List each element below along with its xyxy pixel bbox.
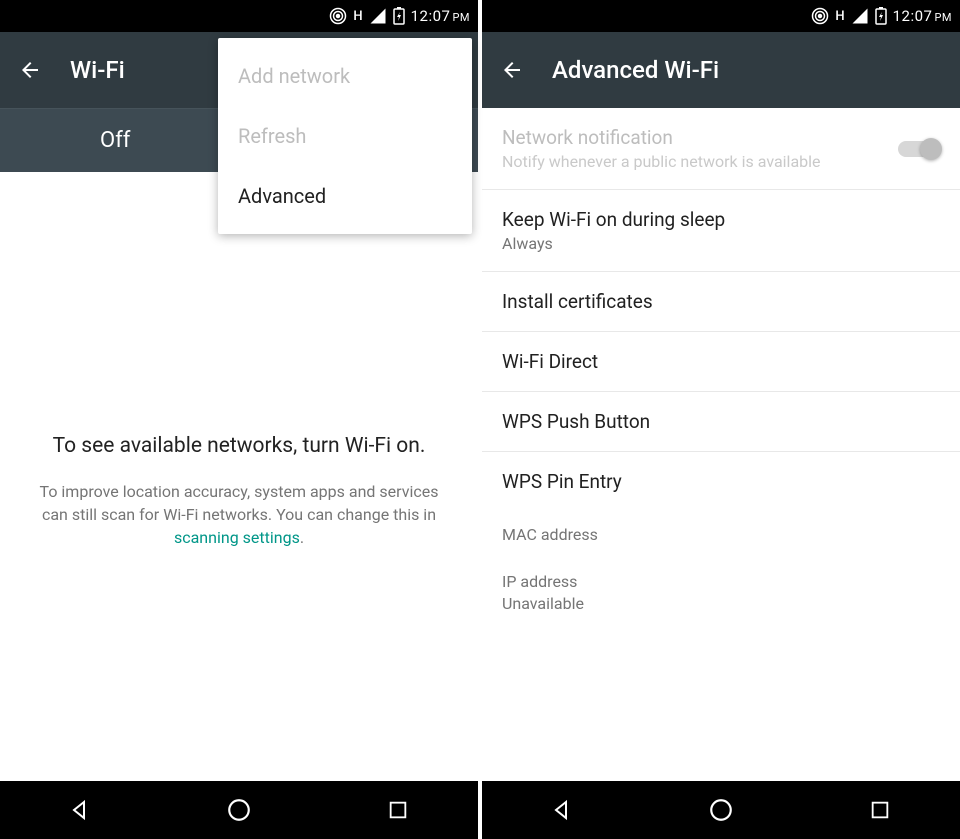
signal-icon (369, 7, 387, 25)
hotspot-icon (811, 7, 829, 25)
phone-left: H 12:07PM Wi-Fi Off To see available net… (0, 0, 478, 839)
menu-item-advanced[interactable]: Advanced (218, 166, 472, 226)
menu-item-refresh[interactable]: Refresh (218, 106, 472, 166)
item-install-certificates[interactable]: Install certificates (482, 272, 960, 332)
status-bar: H 12:07PM (0, 0, 478, 32)
battery-charging-icon (393, 7, 405, 25)
item-ip-address: IP address Unavailable (482, 558, 960, 627)
nav-recents-button[interactable] (384, 796, 412, 824)
battery-charging-icon (875, 7, 887, 25)
scanning-settings-link[interactable]: scanning settings (174, 528, 300, 547)
network-type-label: H (353, 9, 362, 24)
item-wps-push-button[interactable]: WPS Push Button (482, 392, 960, 452)
page-title: Advanced Wi-Fi (552, 56, 719, 84)
signal-icon (851, 7, 869, 25)
status-bar: H 12:07PM (482, 0, 960, 32)
navigation-bar (482, 781, 960, 839)
switch-network-notification[interactable] (898, 141, 940, 157)
nav-recents-button[interactable] (866, 796, 894, 824)
nav-back-button[interactable] (548, 796, 576, 824)
menu-item-add-network[interactable]: Add network (218, 46, 472, 106)
hotspot-icon (329, 7, 347, 25)
item-network-notification[interactable]: Network notification Notify whenever a p… (482, 108, 960, 190)
nav-home-button[interactable] (707, 796, 735, 824)
wifi-toggle-label: Off (100, 128, 130, 153)
app-bar: Advanced Wi-Fi (482, 32, 960, 108)
item-mac-address: MAC address (482, 511, 960, 558)
nav-back-button[interactable] (66, 796, 94, 824)
empty-state: To see available networks, turn Wi-Fi on… (0, 434, 478, 550)
phone-right: H 12:07PM Advanced Wi-Fi Network notific… (482, 0, 960, 839)
page-title: Wi-Fi (70, 56, 125, 84)
nav-home-button[interactable] (225, 796, 253, 824)
item-wifi-direct[interactable]: Wi-Fi Direct (482, 332, 960, 392)
status-time: 12:07PM (893, 7, 952, 25)
settings-list: Network notification Notify whenever a p… (482, 108, 960, 781)
empty-title: To see available networks, turn Wi-Fi on… (26, 434, 452, 458)
back-button[interactable] (500, 58, 524, 82)
network-type-label: H (835, 9, 844, 24)
navigation-bar (0, 781, 478, 839)
status-time: 12:07PM (411, 7, 470, 25)
item-wps-pin-entry[interactable]: WPS Pin Entry (482, 452, 960, 511)
overflow-menu: Add network Refresh Advanced (218, 38, 472, 234)
content-area: To see available networks, turn Wi-Fi on… (0, 172, 478, 781)
item-keep-wifi-on-sleep[interactable]: Keep Wi-Fi on during sleep Always (482, 190, 960, 272)
back-button[interactable] (18, 58, 42, 82)
empty-subtitle: To improve location accuracy, system app… (26, 480, 452, 550)
